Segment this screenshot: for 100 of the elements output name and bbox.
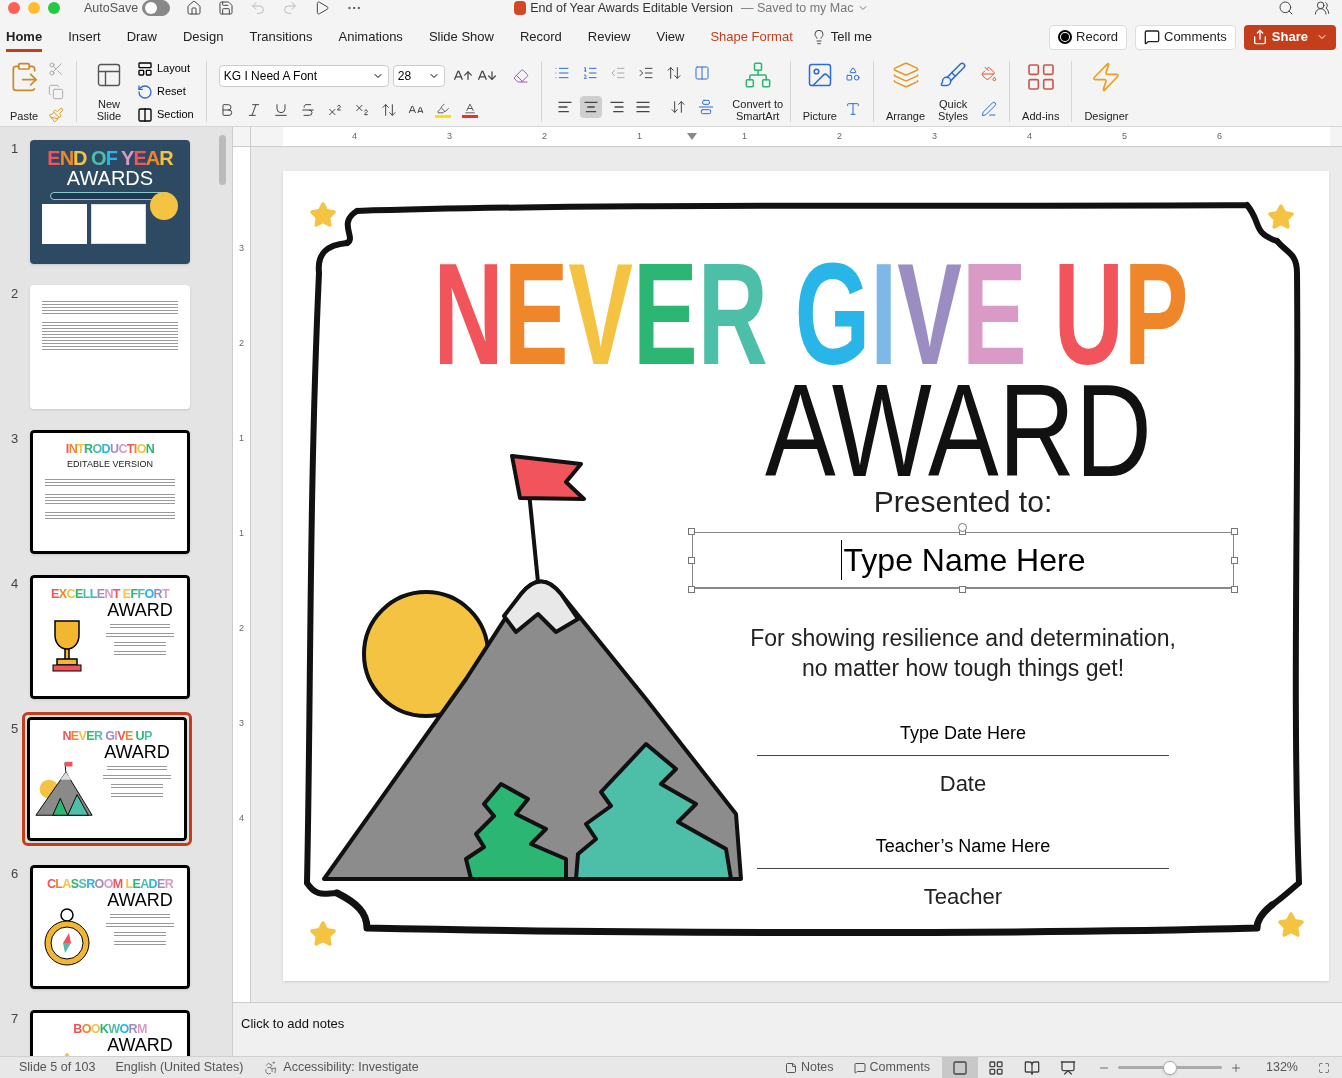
text-lines-drawing bbox=[105, 922, 175, 927]
date-value: Type Date Here bbox=[899, 722, 1027, 745]
highlight-icon[interactable] bbox=[434, 102, 451, 119]
comments-button[interactable]: Comments bbox=[853, 1058, 930, 1077]
picture-button[interactable]: Picture bbox=[802, 57, 837, 126]
thumbnail-subtitle: AWARD bbox=[107, 1035, 173, 1054]
thumbnail-subtitle: AWARD bbox=[107, 890, 173, 909]
text-lines-drawing bbox=[114, 931, 166, 936]
date-label: Date bbox=[939, 770, 987, 798]
view-button[interactable] bbox=[942, 1057, 978, 1078]
strikethrough-icon[interactable] bbox=[299, 102, 316, 119]
text-lines-drawing bbox=[111, 792, 163, 797]
layout-icon bbox=[137, 60, 153, 77]
share-button[interactable]: Share bbox=[1243, 24, 1336, 50]
ribbon-tab[interactable]: Draw bbox=[126, 21, 157, 53]
paste-button[interactable]: Paste bbox=[8, 57, 40, 126]
add-ins-button[interactable]: Add-ins bbox=[1010, 57, 1072, 126]
language-status[interactable]: English (United States) bbox=[115, 1058, 244, 1077]
ribbon-tab[interactable]: Review bbox=[587, 21, 631, 53]
view-icon bbox=[952, 1059, 968, 1076]
font-name-field[interactable]: KG I Need A Font bbox=[218, 64, 389, 87]
comment-icon bbox=[853, 1061, 866, 1074]
format-painter-icon[interactable] bbox=[48, 106, 64, 123]
notes-button[interactable]: Notes bbox=[784, 1058, 834, 1077]
fit-slide-icon[interactable] bbox=[1318, 1061, 1330, 1074]
font-size-field[interactable]: 28 bbox=[392, 64, 445, 87]
smartart-button[interactable]: Convert to SmartArt bbox=[725, 57, 790, 126]
text-lines-drawing bbox=[111, 783, 163, 788]
clear-formatting-icon[interactable] bbox=[512, 67, 529, 84]
cut-icon[interactable] bbox=[48, 60, 64, 77]
text-box-icon[interactable] bbox=[844, 100, 861, 117]
columns-icon[interactable] bbox=[693, 64, 710, 81]
ribbon-tab[interactable]: Insert bbox=[68, 21, 101, 53]
record-button[interactable]: Record bbox=[1049, 24, 1127, 50]
ribbon-tab[interactable]: View bbox=[656, 21, 685, 53]
teacher-name-value: Teacher’s Name Here bbox=[875, 835, 1051, 858]
zoom-in-icon[interactable] bbox=[1230, 1061, 1242, 1074]
text-lines-drawing bbox=[114, 650, 166, 655]
reset-button[interactable]: Reset bbox=[137, 83, 194, 100]
vertical-ruler: 3 2 1 1 2 3 4 bbox=[233, 147, 251, 1002]
accessibility-status[interactable]: Accessibility: Investigate bbox=[283, 1058, 419, 1077]
tell-me-field[interactable]: Tell me bbox=[830, 27, 872, 47]
ribbon-tab[interactable]: Slide Show bbox=[428, 21, 494, 53]
slide-thumbnail[interactable] bbox=[27, 282, 193, 412]
shapes-icon[interactable] bbox=[844, 66, 861, 83]
ribbon-tab[interactable]: Shape Format bbox=[710, 21, 793, 53]
numbering-icon[interactable] bbox=[581, 64, 598, 81]
home-icon[interactable] bbox=[186, 0, 203, 16]
align-button[interactable] bbox=[579, 96, 602, 119]
thumbnail-title: BOOKWORM bbox=[73, 1023, 147, 1036]
zoom-button[interactable] bbox=[48, 2, 60, 14]
character-spacing-icon[interactable] bbox=[380, 102, 397, 119]
shape-outline-icon[interactable] bbox=[981, 100, 998, 117]
star-icon bbox=[1267, 203, 1295, 231]
slide-thumbnail[interactable]: CLASSROOM LEADER AWARD bbox=[27, 862, 193, 992]
autosave-label: AutoSave bbox=[84, 0, 139, 17]
quick-styles-button[interactable]: Quick Styles bbox=[933, 57, 974, 126]
new-slide-button[interactable]: New Slide bbox=[89, 57, 129, 126]
comments-button[interactable]: Comments bbox=[1135, 24, 1236, 50]
ribbon-tab[interactable]: Transitions bbox=[249, 21, 313, 53]
comment-icon bbox=[1144, 29, 1160, 45]
reason-text: For showing resilience and determination, no matter how tough things get! bbox=[749, 624, 1177, 683]
thumbnail-subtitle: AWARD bbox=[107, 600, 173, 619]
indent-marker[interactable] bbox=[687, 133, 697, 140]
people-icon[interactable] bbox=[1314, 0, 1330, 16]
zoom-percent[interactable]: 132% bbox=[1266, 1058, 1298, 1077]
arrange-button[interactable]: Arrange bbox=[885, 57, 926, 126]
font-color-icon[interactable] bbox=[461, 102, 478, 119]
save-status[interactable]: — Saved to my Mac bbox=[740, 0, 854, 18]
text-direction-icon[interactable] bbox=[669, 99, 686, 116]
ribbon-tab[interactable]: Animations bbox=[338, 21, 403, 53]
save-icon[interactable] bbox=[218, 0, 235, 16]
ribbon-tab[interactable]: Design bbox=[183, 21, 224, 53]
line-spacing-icon[interactable] bbox=[665, 64, 682, 81]
search-icon[interactable] bbox=[1278, 0, 1294, 16]
close-button[interactable] bbox=[8, 2, 20, 14]
slide-thumbnail[interactable]: NEVER GIVE UP AWARD bbox=[22, 712, 192, 846]
play-icon[interactable] bbox=[314, 0, 331, 16]
thumbnail-subtitle: AWARD bbox=[104, 742, 170, 761]
ribbon-tab[interactable]: Record bbox=[519, 21, 562, 53]
scrollbar-thumb[interactable] bbox=[219, 135, 226, 185]
slide-counter: Slide 5 of 103 bbox=[19, 1059, 96, 1077]
layout-button[interactable]: Layout bbox=[137, 60, 194, 77]
autosave-toggle[interactable] bbox=[142, 0, 171, 16]
thumbnail-title: EXCELLENT EFFORT bbox=[51, 588, 169, 601]
ribbon-tab[interactable]: Home bbox=[6, 21, 43, 53]
slide-thumbnail[interactable]: BOOKWORM AWARD bbox=[27, 1007, 193, 1056]
designer-button[interactable]: Designer bbox=[1072, 57, 1141, 126]
brush-icon bbox=[939, 61, 968, 89]
zoom-slider[interactable] bbox=[1118, 1060, 1222, 1075]
slide-thumbnail[interactable]: INTRODUCTION EDITABLE VERSION bbox=[27, 427, 193, 557]
slide-thumbnail[interactable]: EXCELLENT EFFORT AWARD bbox=[27, 572, 193, 702]
align-text-icon[interactable] bbox=[697, 99, 714, 116]
record-icon bbox=[1058, 30, 1073, 44]
section-button[interactable]: Section bbox=[137, 106, 194, 123]
underline-icon[interactable] bbox=[272, 102, 289, 119]
notes-field[interactable]: Click to add notes bbox=[241, 1016, 345, 1031]
slide-thumbnail[interactable]: END OF YEAR AWARDS bbox=[27, 137, 193, 267]
slide-number: 1 bbox=[10, 140, 20, 158]
shape-fill-icon[interactable] bbox=[981, 66, 998, 83]
